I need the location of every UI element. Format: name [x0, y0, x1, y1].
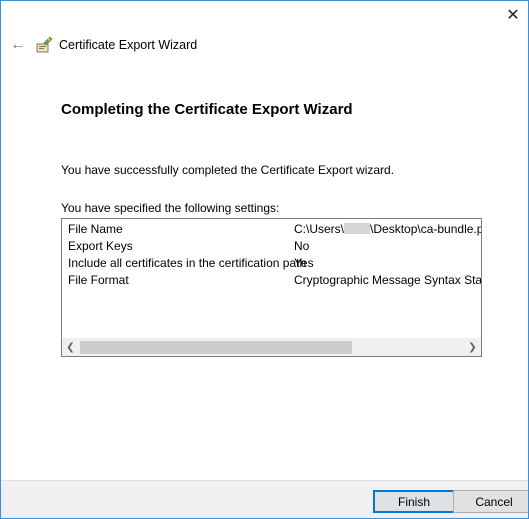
success-message: You have successfully completed the Cert…	[61, 163, 395, 177]
path-suffix: \Desktop\ca-bundle.p7b	[370, 222, 481, 236]
redacted-username	[344, 223, 371, 234]
wizard-title: Certificate Export Wizard	[59, 38, 198, 52]
path-prefix: C:\Users\	[294, 222, 345, 236]
settings-label: You have specified the following setting…	[61, 201, 280, 215]
settings-rows: File Name C:\Users\ \Desktop\ca-bundle.p7…	[62, 221, 481, 289]
page-title: Completing the Certificate Export Wizard	[61, 101, 353, 118]
back-button[interactable]: ←	[5, 33, 31, 57]
setting-key: File Format	[68, 273, 129, 287]
list-item: Include all certificates in the certific…	[62, 255, 481, 272]
settings-listbox[interactable]: File Name C:\Users\ \Desktop\ca-bundle.p7…	[61, 218, 482, 357]
setting-key: Include all certificates in the certific…	[68, 256, 307, 270]
scroll-thumb[interactable]	[80, 341, 352, 354]
horizontal-scrollbar[interactable]: ❮ ❯	[62, 338, 481, 356]
wizard-content: Completing the Certificate Export Wizard…	[61, 101, 481, 215]
scroll-right-button[interactable]: ❯	[464, 339, 481, 356]
list-item: File Format Cryptographic Message Syntax…	[62, 272, 481, 289]
setting-value: Yes	[294, 256, 314, 270]
setting-value: No	[294, 239, 310, 253]
wizard-header: ← Certificate Export Wizard	[1, 29, 528, 61]
close-button[interactable]: ✕	[498, 1, 528, 29]
close-icon: ✕	[506, 7, 520, 24]
setting-value: C:\Users\ \Desktop\ca-bundle.p7b	[294, 222, 481, 236]
certificate-export-wizard-window: ✕ ← Certificate Export Wizard Completing…	[0, 0, 529, 519]
setting-key: File Name	[68, 222, 123, 236]
setting-value: Cryptographic Message Syntax Standa	[294, 273, 482, 287]
chevron-right-icon: ❯	[468, 342, 477, 353]
cancel-button[interactable]: Cancel	[453, 490, 528, 513]
certificate-wizard-icon	[36, 36, 53, 53]
scroll-left-button[interactable]: ❮	[62, 339, 79, 356]
chevron-left-icon: ❮	[66, 342, 75, 353]
finish-button[interactable]: Finish	[373, 490, 455, 513]
back-arrow-icon: ←	[10, 36, 26, 53]
button-bar: Finish Cancel	[1, 480, 528, 518]
list-item: File Name C:\Users\ \Desktop\ca-bundle.p7…	[62, 221, 481, 238]
setting-key: Export Keys	[68, 239, 133, 253]
list-item: Export Keys No	[62, 238, 481, 255]
